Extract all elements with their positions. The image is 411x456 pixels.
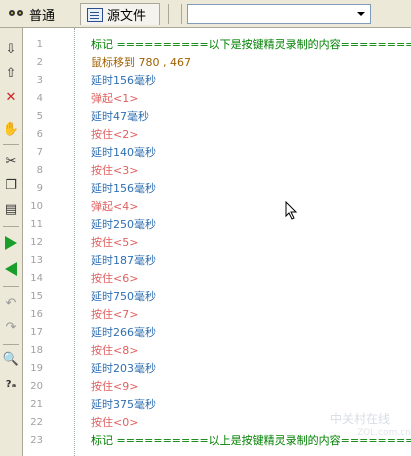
script-line[interactable]: 15 延时750毫秒 — [23, 288, 411, 306]
script-line[interactable]: 6 按住<2> — [23, 126, 411, 144]
line-code-delay: 延时156毫秒 — [91, 182, 156, 195]
line-code-delay: 延时750毫秒 — [91, 290, 156, 303]
document-icon — [87, 7, 103, 22]
toolbar-separator — [3, 144, 19, 145]
line-number: 18 — [30, 345, 43, 356]
line-code-delay: 延时375毫秒 — [91, 398, 156, 411]
script-line[interactable]: 2 鼠标移到 780 , 467 — [23, 54, 411, 72]
toolbar-separator — [3, 226, 19, 227]
line-number: 1 — [36, 39, 43, 50]
chevron-down-icon[interactable] — [353, 6, 369, 22]
line-code-delay: 延时250毫秒 — [91, 218, 156, 231]
line-code-key: 按住<5> — [91, 236, 139, 249]
line-number: 15 — [30, 291, 43, 302]
watermark-text: 中关村在线 — [330, 412, 391, 426]
line-number: 19 — [30, 363, 43, 374]
tab-bar: 普通 源文件 — [0, 0, 411, 28]
tab-normal[interactable]: 普通 — [3, 3, 75, 25]
line-code-key: 按住<8> — [91, 344, 139, 357]
line-code-key: 按住<9> — [91, 380, 139, 393]
move-up-icon[interactable]: ⇧ — [2, 64, 20, 82]
redo-icon[interactable]: ↷ — [2, 318, 20, 336]
tab-source-label: 源文件 — [107, 9, 147, 24]
script-line[interactable]: 17 延时266毫秒 — [23, 324, 411, 342]
line-number: 8 — [36, 165, 43, 176]
tab-source-file[interactable]: 源文件 — [80, 3, 160, 25]
line-code-delay: 延时203毫秒 — [91, 362, 156, 375]
replace-icon[interactable]: ?ₐ — [2, 376, 20, 394]
line-number: 13 — [30, 255, 43, 266]
line-number: 23 — [30, 435, 43, 446]
line-number: 10 — [30, 201, 43, 212]
label-dropdown[interactable] — [187, 4, 371, 24]
script-line[interactable]: 3 延时156毫秒 — [23, 72, 411, 90]
line-code-key: 弹起<1> — [91, 92, 139, 105]
script-line[interactable]: 12 按住<5> — [23, 234, 411, 252]
line-number: 14 — [30, 273, 43, 284]
toolbar-separator — [3, 286, 19, 287]
run-icon[interactable] — [2, 234, 20, 252]
delete-icon[interactable]: ✕ — [2, 88, 20, 106]
line-number: 20 — [30, 381, 43, 392]
line-code-key: 按住<2> — [91, 128, 139, 141]
script-line[interactable]: 9 延时156毫秒 — [23, 180, 411, 198]
line-code-key: 弹起<4> — [91, 200, 139, 213]
line-number: 4 — [36, 93, 43, 104]
line-number: 7 — [36, 147, 43, 158]
undo-icon[interactable]: ↶ — [2, 294, 20, 312]
script-line[interactable]: 5 延时47毫秒 — [23, 108, 411, 126]
toolbar-separator — [3, 344, 19, 345]
line-number: 2 — [36, 57, 43, 68]
toolbar-divider — [168, 4, 169, 24]
line-code-delay: 延时156毫秒 — [91, 74, 156, 87]
script-line[interactable]: 10 弹起<4> — [23, 198, 411, 216]
script-line[interactable]: 18 按住<8> — [23, 342, 411, 360]
script-line[interactable]: 11 延时250毫秒 — [23, 216, 411, 234]
line-code-delay: 延时187毫秒 — [91, 254, 156, 267]
script-editor[interactable]: 1 标记 ==========以下是按键精灵录制的内容========== 2 鼠标移… — [22, 28, 411, 456]
paste-icon[interactable]: ▤ — [2, 200, 20, 218]
line-number: 21 — [30, 399, 43, 410]
move-down-icon[interactable]: ⇩ — [2, 40, 20, 58]
line-number: 5 — [36, 111, 43, 122]
line-code-marker: 标记 ==========以下是按键精灵录制的内容========== — [91, 38, 411, 51]
line-number: 16 — [30, 309, 43, 320]
script-line[interactable]: 19 延时203毫秒 — [23, 360, 411, 378]
line-number: 17 — [30, 327, 43, 338]
glasses-icon — [9, 7, 25, 21]
script-line[interactable]: 1 标记 ==========以下是按键精灵录制的内容========== — [23, 36, 411, 54]
script-line[interactable]: 23 标记 ==========以上是按键精灵录制的内容========== — [23, 432, 411, 450]
tab-normal-label: 普通 — [29, 8, 56, 24]
script-line[interactable]: 16 按住<7> — [23, 306, 411, 324]
line-number: 6 — [36, 129, 43, 140]
copy-icon[interactable]: ❐ — [2, 176, 20, 194]
script-line[interactable]: 13 延时187毫秒 — [23, 252, 411, 270]
line-code-key: 按住<3> — [91, 164, 139, 177]
line-number: 3 — [36, 75, 43, 86]
script-line[interactable]: 8 按住<3> — [23, 162, 411, 180]
line-number: 12 — [30, 237, 43, 248]
toolbar-divider — [181, 4, 182, 24]
mouse-pointer-icon — [285, 201, 298, 220]
line-code-delay: 延时140毫秒 — [91, 146, 156, 159]
line-code-delay: 延时266毫秒 — [91, 326, 156, 339]
line-code-mouse: 鼠标移到 780 , 467 — [91, 56, 191, 69]
line-number: 22 — [30, 417, 43, 428]
script-line[interactable]: 4 弹起<1> — [23, 90, 411, 108]
line-code-key: 按住<7> — [91, 308, 139, 321]
back-icon[interactable] — [2, 260, 20, 278]
script-line[interactable]: 7 延时140毫秒 — [23, 144, 411, 162]
hand-icon[interactable]: ✋ — [2, 120, 20, 138]
script-line[interactable]: 14 按住<6> — [23, 270, 411, 288]
watermark-sub: ZOL.com.cn — [357, 428, 411, 438]
cut-icon[interactable]: ✂ — [2, 152, 20, 170]
left-toolbar: ⇩ ⇧ ✕ ✋ ✂ ❐ ▤ ↶ ↷ 🔍 ?ₐ — [0, 28, 22, 456]
script-line[interactable]: 20 按住<9> — [23, 378, 411, 396]
line-number: 9 — [36, 183, 43, 194]
find-icon[interactable]: 🔍 — [2, 350, 20, 368]
line-code-key: 按住<6> — [91, 272, 139, 285]
line-number: 11 — [30, 219, 43, 230]
line-code-key: 按住<0> — [91, 416, 139, 429]
line-code-delay: 延时47毫秒 — [91, 110, 149, 123]
